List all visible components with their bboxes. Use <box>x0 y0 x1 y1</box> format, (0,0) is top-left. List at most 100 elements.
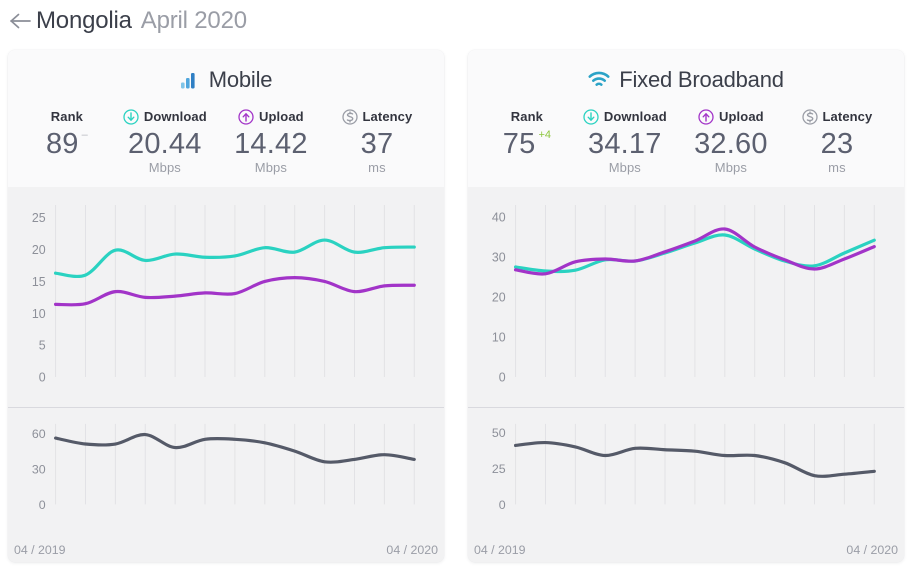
metric-upload[interactable]: Upload14.42Mbps <box>218 108 324 175</box>
metric-label-rank: Rank <box>51 109 83 124</box>
y-tick-label: 20 <box>492 291 506 305</box>
chart-gridlines <box>56 424 415 504</box>
y-tick-label: 30 <box>492 251 506 265</box>
back-button[interactable] <box>8 8 34 34</box>
chart-gridlines <box>516 424 875 504</box>
metric-value-latency: 23 <box>821 126 854 162</box>
metric-label-upload: Upload <box>719 109 764 124</box>
upload-icon <box>698 109 714 125</box>
y-tick-label: 25 <box>32 211 46 225</box>
metric-value-download: 34.17 <box>588 126 662 162</box>
panel-title-icon-wrap <box>180 70 200 90</box>
metric-unit-upload: Mbps <box>715 160 747 175</box>
metric-delta-rank: +4 <box>538 130 551 141</box>
y-tick-label: 10 <box>492 331 506 345</box>
y-tick-label: 0 <box>39 371 46 385</box>
metric-rank[interactable]: Rank89– <box>22 108 112 162</box>
latency-chart-fixed-broadband[interactable]: 0255004 / 201904 / 2020 <box>468 407 904 562</box>
metric-value-wrap: 37 <box>361 126 394 162</box>
speed-chart-svg-fixed-broadband: 0 10 20 30 40 <box>468 187 904 407</box>
metric-upload[interactable]: Upload 32.60Mbps <box>678 108 784 175</box>
y-tick-label: 0 <box>499 498 506 512</box>
panel-title: Mobile <box>209 67 273 93</box>
y-tick-label: 5 <box>39 339 46 353</box>
y-tick-label: 0 <box>39 498 46 512</box>
arrow-left-icon <box>9 11 33 31</box>
metric-label-latency: Latency <box>363 109 413 124</box>
panel-title-row: Mobile <box>8 65 444 95</box>
metric-label-row: Download <box>583 108 667 125</box>
x-axis-end-label: 04 / 2020 <box>386 543 438 557</box>
speed-chart-fixed-broadband[interactable]: 0 10 20 30 40 <box>468 187 904 407</box>
latency-chart-mobile[interactable]: 0 30 60 04 / 2019 04 / 2020 <box>8 407 444 562</box>
latency-chart-svg-mobile: 0 30 60 04 / 2019 04 / 2020 <box>8 408 444 562</box>
y-tick-label: 0 <box>499 371 506 385</box>
chart-y-axis-labels: 0 30 60 <box>32 427 46 512</box>
x-axis-start-label: 04 / 2019 <box>14 543 66 557</box>
chart-y-axis-labels: 0 10 20 30 40 <box>492 211 506 385</box>
metric-label-download: Download <box>144 109 207 124</box>
panels-container: MobileRank89–Download20.44MbpsUpload14.4… <box>0 50 912 562</box>
metric-value-download: 20.44 <box>128 126 202 162</box>
metric-label-upload: Upload <box>259 109 304 124</box>
metric-latency[interactable]: Latency 23ms <box>784 108 890 175</box>
page-root: Mongolia April 2020 MobileRank89–Downloa… <box>0 0 912 572</box>
metric-unit-download: Mbps <box>609 160 641 175</box>
page-title: Mongolia <box>36 7 132 35</box>
metric-label-row: Latency <box>342 108 413 125</box>
y-tick-label: 15 <box>32 275 46 289</box>
metric-value-wrap: 23 <box>821 126 854 162</box>
metric-value-wrap: 32.60 <box>694 126 768 162</box>
metric-value-wrap: 34.17 <box>588 126 662 162</box>
metric-unit-latency: ms <box>828 160 846 175</box>
y-tick-label: 25 <box>492 462 506 476</box>
metric-label-row: Rank <box>511 108 543 125</box>
wifi-icon <box>588 71 610 89</box>
metric-label-latency: Latency <box>823 109 873 124</box>
latency-icon <box>342 109 358 125</box>
chart-y-axis-labels: 0 25 50 <box>492 426 506 512</box>
metric-latency[interactable]: Latency 37ms <box>324 108 430 175</box>
metric-value-rank: 75 <box>503 126 536 162</box>
panel-header-mobile: Mobile Rank89– Download 20.44Mbps Upload 14.4… <box>8 50 444 187</box>
y-tick-label: 30 <box>32 463 46 477</box>
x-axis-start-label: 04 / 2019 <box>474 543 526 557</box>
latency-chart-svg-fixed-broadband: 0255004 / 201904 / 2020 <box>468 408 904 562</box>
panel-title-row: Fixed Broadband <box>468 65 904 95</box>
metric-download[interactable]: Download 34.17Mbps <box>572 108 678 175</box>
speed-chart-svg-mobile: 0510152025 <box>8 187 444 407</box>
metric-label-download: Download <box>604 109 667 124</box>
download-icon <box>583 109 599 125</box>
metric-unit-download: Mbps <box>149 160 181 175</box>
speed-chart-mobile[interactable]: 0510152025 <box>8 187 444 407</box>
panel-title: Fixed Broadband <box>619 67 784 93</box>
panel-header-fixed-broadband: Fixed BroadbandRank75+4Download34.17Mbps… <box>468 50 904 187</box>
metric-label-row: Upload <box>698 108 764 125</box>
metric-unit-latency: ms <box>368 160 386 175</box>
panel-card-mobile: Mobile Rank89– Download 20.44Mbps Upload 14.4… <box>8 50 444 562</box>
metric-label-row: Rank <box>51 108 83 125</box>
y-tick-label: 40 <box>492 211 506 225</box>
metric-value-latency: 37 <box>361 126 394 162</box>
panel-card-fixed-broadband: Fixed BroadbandRank75+4Download34.17Mbps… <box>468 50 904 562</box>
page-header: Mongolia April 2020 <box>0 0 912 42</box>
metric-label-row: Download <box>123 108 207 125</box>
chart-gridlines <box>516 205 875 377</box>
metric-value-upload: 32.60 <box>694 126 768 162</box>
chart-y-axis-labels: 0510152025 <box>32 211 46 384</box>
metrics-row: Rank89–Download 20.44Mbps Upload 14.42 Mbps L… <box>8 108 444 175</box>
y-tick-label: 50 <box>492 426 506 440</box>
metric-rank[interactable]: Rank75+4 <box>482 108 572 162</box>
y-tick-label: 20 <box>32 243 46 257</box>
latency-icon <box>802 109 818 125</box>
metric-download[interactable]: Download 20.44Mbps <box>112 108 218 175</box>
download-icon <box>123 109 139 125</box>
metric-label-row: Upload <box>238 108 304 125</box>
metric-value-upload: 14.42 <box>234 126 308 162</box>
metric-value-wrap: 75+4 <box>503 126 551 162</box>
y-tick-label: 60 <box>32 427 46 441</box>
metrics-row: Rank75+4Download34.17MbpsUpload32.60Mbps… <box>468 108 904 175</box>
panel-title-icon-wrap <box>588 71 610 89</box>
metric-label-row: Latency <box>802 108 873 125</box>
page-subtitle-period: April 2020 <box>141 7 247 35</box>
